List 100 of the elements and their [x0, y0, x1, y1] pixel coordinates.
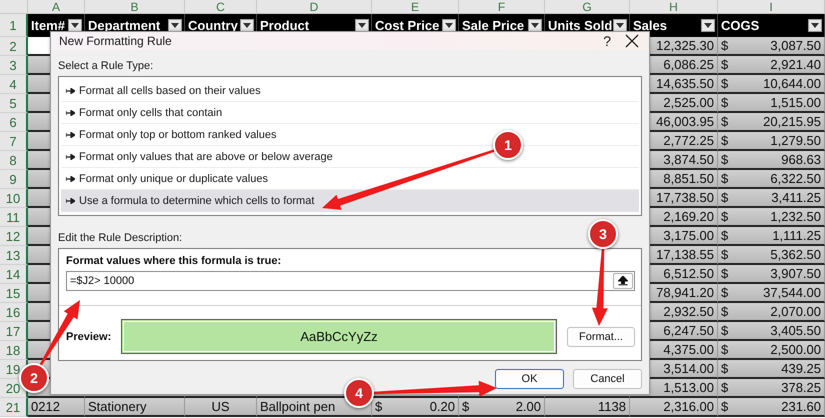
- currency-symbol: $: [721, 133, 728, 148]
- currency-symbol: $: [721, 114, 728, 129]
- row-number[interactable]: 17: [0, 322, 28, 341]
- cell-value: 37,544.00: [763, 285, 821, 300]
- caret-icon: [243, 23, 251, 28]
- ok-button[interactable]: OK: [495, 369, 564, 389]
- table-cell: 2,316.00: [630, 398, 718, 417]
- row-number[interactable]: 13: [0, 246, 28, 265]
- filter-button[interactable]: [240, 19, 254, 32]
- currency-symbol: $: [721, 57, 728, 72]
- column-letter[interactable]: G: [545, 0, 630, 14]
- cancel-button[interactable]: Cancel: [573, 369, 642, 389]
- filter-button[interactable]: [701, 19, 715, 32]
- column-letter[interactable]: I: [718, 0, 825, 14]
- caret-icon: [445, 23, 453, 28]
- cell-value: 0.20: [430, 399, 455, 414]
- filter-button[interactable]: [68, 19, 82, 32]
- currency-symbol: $: [721, 247, 728, 262]
- caret-icon: [171, 23, 179, 28]
- column-letter[interactable]: C: [185, 0, 257, 14]
- caret-icon: [71, 23, 79, 28]
- row-number[interactable]: 11: [0, 208, 28, 227]
- row-number[interactable]: 1: [0, 14, 28, 37]
- window-title: New Formatting Rule: [59, 34, 173, 48]
- caret-icon: [704, 23, 712, 28]
- column-letter[interactable]: F: [459, 0, 545, 14]
- close-icon: [625, 34, 639, 48]
- currency-symbol: $: [721, 323, 728, 338]
- row-number[interactable]: 3: [0, 56, 28, 75]
- caret-icon: [811, 23, 819, 28]
- cell-value: 3,411.25: [771, 190, 821, 205]
- filter-button[interactable]: [808, 19, 822, 32]
- header-label: COGS: [721, 18, 760, 33]
- bullet-arrow-icon: [66, 154, 75, 160]
- filter-button[interactable]: [528, 19, 542, 32]
- column-letter[interactable]: B: [85, 0, 185, 14]
- table-cell: 1138: [545, 398, 630, 417]
- header-label: Country: [188, 18, 238, 33]
- caret-icon: [358, 23, 366, 28]
- cell-value: 3,907.50: [770, 266, 821, 281]
- column-letter[interactable]: H: [630, 0, 718, 14]
- caret-icon: [616, 23, 624, 28]
- cell-value: 1,111.25: [772, 228, 821, 243]
- table-cell: Stationery: [85, 398, 185, 417]
- currency-symbol: $: [721, 209, 728, 224]
- row-number[interactable]: 9: [0, 170, 28, 189]
- currency-symbol: $: [375, 399, 382, 414]
- row-number[interactable]: 2: [0, 37, 28, 56]
- help-button[interactable]: ?: [589, 33, 625, 49]
- row-number[interactable]: 6: [0, 113, 28, 132]
- formula-field[interactable]: =$J2> 10000: [66, 271, 635, 291]
- column-letter[interactable]: A: [28, 0, 85, 14]
- bullet-arrow-icon: [66, 88, 75, 94]
- header-label: Cost Price: [375, 18, 440, 33]
- row-number[interactable]: 21: [0, 398, 28, 417]
- cell-value: 2.00: [516, 399, 541, 414]
- row-number[interactable]: 8: [0, 151, 28, 170]
- cell-value: 439.25: [781, 361, 821, 376]
- caret-icon: [531, 23, 539, 28]
- currency-symbol: $: [721, 95, 728, 110]
- filter-button[interactable]: [355, 19, 369, 32]
- row-number[interactable]: 7: [0, 132, 28, 151]
- collapse-button[interactable]: [613, 273, 633, 289]
- row-number[interactable]: 14: [0, 265, 28, 284]
- cell-value: 2,070.00: [770, 304, 821, 319]
- filter-button[interactable]: [442, 19, 456, 32]
- cell-value: 2,921.40: [770, 57, 821, 72]
- row-number[interactable]: 10: [0, 189, 28, 208]
- currency-symbol: $: [721, 361, 728, 376]
- cell-value: 1,232.50: [770, 209, 821, 224]
- row-number[interactable]: 18: [0, 341, 28, 360]
- filter-button[interactable]: [613, 19, 627, 32]
- currency-symbol: $: [721, 342, 728, 357]
- column-letter[interactable]: D: [257, 0, 372, 14]
- column-letter[interactable]: E: [372, 0, 459, 14]
- row-number[interactable]: 15: [0, 284, 28, 303]
- currency-symbol: $: [721, 285, 728, 300]
- formula-label: Format values where this formula is true:: [66, 255, 282, 267]
- currency-symbol: $: [721, 190, 728, 205]
- row-number[interactable]: 16: [0, 303, 28, 322]
- format-button[interactable]: Format...: [567, 326, 635, 346]
- bullet-arrow-icon: [66, 132, 75, 138]
- row-number[interactable]: 12: [0, 227, 28, 246]
- cell-value: 968.63: [781, 152, 821, 167]
- row-number[interactable]: 5: [0, 94, 28, 113]
- currency-symbol: $: [721, 399, 728, 414]
- header-label: Department: [88, 18, 160, 33]
- cell-value: 231.60: [781, 399, 821, 414]
- currency-symbol: $: [462, 399, 470, 414]
- close-button[interactable]: [625, 34, 639, 48]
- header-label: Item#: [31, 18, 65, 33]
- cell-value: 2,500.00: [770, 342, 821, 357]
- header-label: Sale Price: [462, 18, 524, 33]
- filter-button[interactable]: [168, 19, 182, 32]
- cell-value: 6,322.50: [770, 171, 821, 186]
- row-number[interactable]: 4: [0, 75, 28, 94]
- cell-value: 3,087.50: [770, 38, 821, 53]
- upload-icon: [618, 276, 628, 286]
- currency-symbol: $: [721, 38, 728, 53]
- rule-type-item[interactable]: Use a formula to determine which cells to format: [61, 190, 639, 212]
